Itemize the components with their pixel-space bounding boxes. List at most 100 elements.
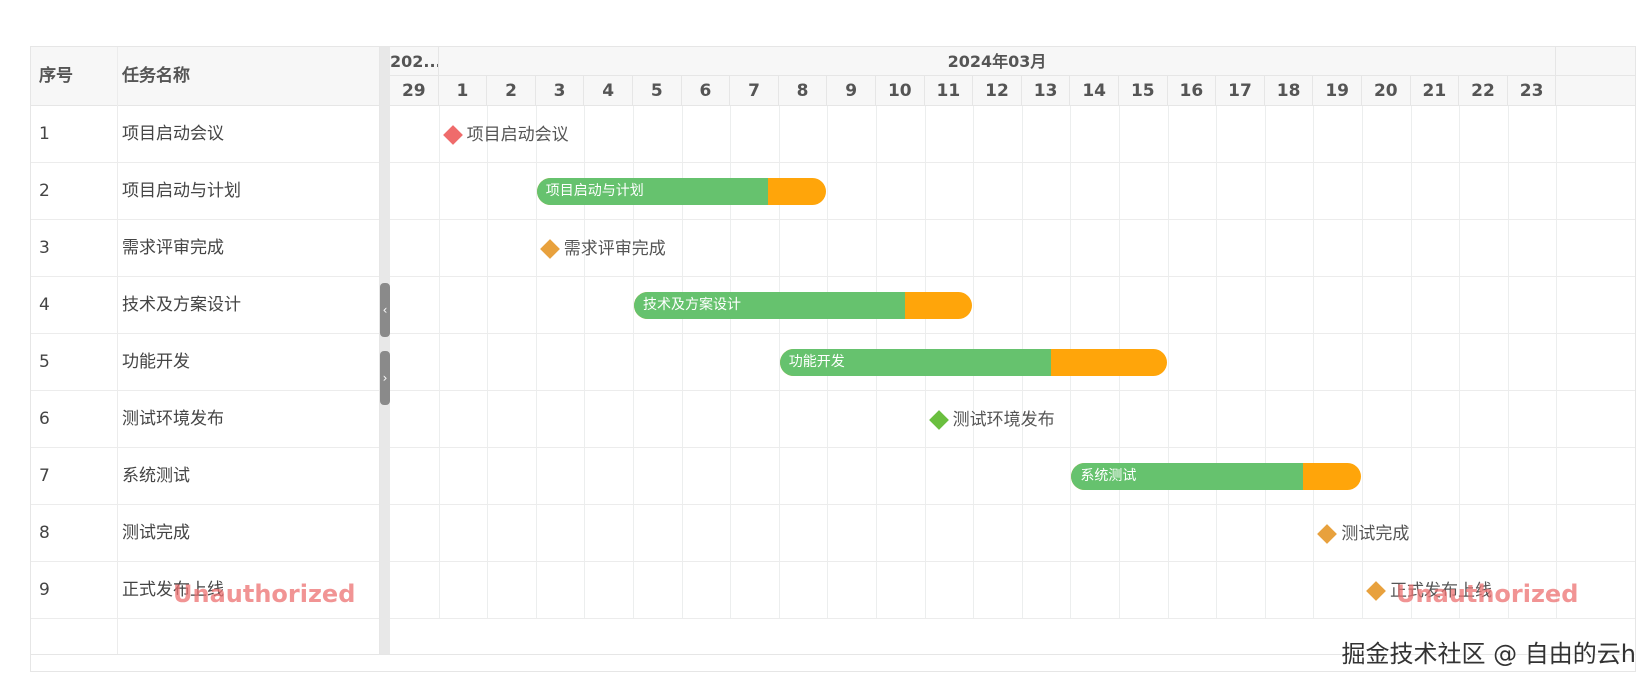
- task-name: 测试完成: [122, 523, 190, 543]
- grid-vline: [1507, 106, 1509, 619]
- task-bar[interactable]: 技术及方案设计: [634, 292, 973, 319]
- task-bar[interactable]: 系统测试: [1071, 463, 1361, 490]
- column-separator[interactable]: [117, 47, 118, 671]
- grid-hline: [390, 276, 1635, 277]
- column-header-task-name[interactable]: 任务名称: [122, 47, 190, 106]
- grid-vline: [1264, 106, 1266, 619]
- day-cell: 13: [1022, 76, 1071, 106]
- grid-chart-splitter[interactable]: ‹ ›: [380, 47, 390, 671]
- milestone-label: 测试完成: [1341, 523, 1410, 544]
- grid-hline: [390, 561, 1635, 562]
- task-bar-label: 系统测试: [1080, 468, 1137, 484]
- day-cell: 9: [827, 76, 876, 106]
- task-bar-label: 技术及方案设计: [643, 297, 741, 313]
- month-cell: 2024年03月: [439, 47, 1557, 76]
- milestone-label: 项目启动会议: [466, 124, 569, 145]
- day-cell: 15: [1119, 76, 1168, 106]
- grid-header: 序号 任务名称: [31, 47, 379, 106]
- milestone-label: 需求评审完成: [563, 238, 666, 259]
- day-cell: 11: [925, 76, 974, 106]
- task-name: 测试环境发布: [122, 409, 224, 429]
- task-index: 9: [39, 580, 50, 600]
- month-cell: 202...: [390, 47, 439, 76]
- task-bar[interactable]: 功能开发: [779, 349, 1167, 376]
- day-cell: 18: [1265, 76, 1314, 106]
- grid-vline: [438, 106, 440, 619]
- task-row[interactable]: 4 技术及方案设计: [31, 277, 379, 334]
- grid-vline: [487, 106, 489, 619]
- task-name: 系统测试: [122, 466, 190, 486]
- grid-hline: [390, 333, 1635, 334]
- day-cell: 1: [439, 76, 488, 106]
- task-bar[interactable]: 项目启动与计划: [536, 178, 827, 205]
- grid-vline: [1167, 106, 1169, 619]
- day-cell: 23: [1508, 76, 1557, 106]
- task-name: 需求评审完成: [122, 238, 224, 258]
- day-cell: 7: [730, 76, 779, 106]
- grid-vline: [1313, 106, 1315, 619]
- day-cell: 16: [1168, 76, 1217, 106]
- grid-hline: [390, 390, 1635, 391]
- day-cell: 4: [584, 76, 633, 106]
- day-cell: 17: [1216, 76, 1265, 106]
- milestone-diamond-icon[interactable]: [442, 124, 463, 145]
- day-cell: 29: [390, 76, 439, 106]
- task-bar-label: 功能开发: [788, 354, 845, 370]
- timeline-area: 202... 2024年03月 29 1 2 3 4 5 6 7 8 9 10 11 12 13 14 15 16…: [390, 47, 1635, 671]
- task-name: 功能开发: [122, 352, 190, 372]
- grid-vline: [1410, 106, 1412, 619]
- task-index: 3: [39, 238, 50, 258]
- collapse-grid-button[interactable]: ‹: [380, 283, 390, 337]
- task-row[interactable]: 7 系统测试: [31, 448, 379, 505]
- day-cell: 12: [973, 76, 1022, 106]
- task-name: 技术及方案设计: [122, 295, 241, 315]
- task-index: 5: [39, 352, 50, 372]
- task-row[interactable]: 5 功能开发: [31, 334, 379, 391]
- grid-hline: [390, 219, 1635, 220]
- task-index: 4: [39, 295, 50, 315]
- chevron-right-icon: ›: [382, 371, 388, 385]
- milestone-diamond-icon[interactable]: [539, 238, 560, 259]
- day-cell: 10: [876, 76, 925, 106]
- unauthorized-watermark: Unauthorized: [1396, 580, 1579, 608]
- task-bar-label: 项目启动与计划: [545, 183, 644, 199]
- task-name: 项目启动与计划: [122, 181, 241, 201]
- grid-hline: [390, 447, 1635, 448]
- grid-hline: [390, 504, 1635, 505]
- day-cell: 3: [536, 76, 585, 106]
- grid-hline: [390, 162, 1635, 163]
- gantt-chart: 序号 任务名称 1 项目启动会议 2 项目启动与计划 3 需求评审完成 4 技术及方案设计 5 功…: [30, 46, 1636, 672]
- expand-grid-button[interactable]: ›: [380, 351, 390, 405]
- task-index: 2: [39, 181, 50, 201]
- task-row[interactable]: 8 测试完成: [31, 505, 379, 562]
- task-row[interactable]: 1 项目启动会议: [31, 106, 379, 163]
- day-cell: 8: [779, 76, 828, 106]
- task-row[interactable]: 3 需求评审完成: [31, 220, 379, 277]
- milestone-diamond-icon[interactable]: [1317, 523, 1338, 544]
- task-index: 1: [39, 124, 50, 144]
- task-index: 7: [39, 466, 50, 486]
- milestone-diamond-icon[interactable]: [1366, 580, 1386, 601]
- task-row[interactable]: 2 项目启动与计划: [31, 163, 379, 220]
- grid-hline: [390, 618, 1635, 619]
- task-row[interactable]: 6 测试环境发布: [31, 391, 379, 448]
- day-cell: 2: [487, 76, 536, 106]
- milestone-label: 测试环境发布: [952, 409, 1055, 430]
- task-index: 8: [39, 523, 50, 543]
- site-watermark: 掘金技术社区 @ 自由的云h: [1341, 640, 1636, 668]
- grid-vline: [1556, 106, 1558, 619]
- grid-vline: [1216, 106, 1218, 619]
- milestone-diamond-icon[interactable]: [928, 409, 949, 430]
- day-cell: 22: [1459, 76, 1508, 106]
- day-cell: 5: [633, 76, 682, 106]
- timescale-months: 202... 2024年03月: [390, 47, 1635, 76]
- unauthorized-watermark: Unauthorized: [173, 580, 356, 608]
- day-cell: 14: [1070, 76, 1119, 106]
- column-header-index[interactable]: 序号: [39, 47, 73, 106]
- task-index: 6: [39, 409, 50, 429]
- grid-vline: [1459, 106, 1461, 619]
- day-cell: 20: [1362, 76, 1411, 106]
- chevron-left-icon: ‹: [382, 303, 388, 317]
- day-cell: 6: [682, 76, 731, 106]
- task-name: 项目启动会议: [122, 124, 224, 144]
